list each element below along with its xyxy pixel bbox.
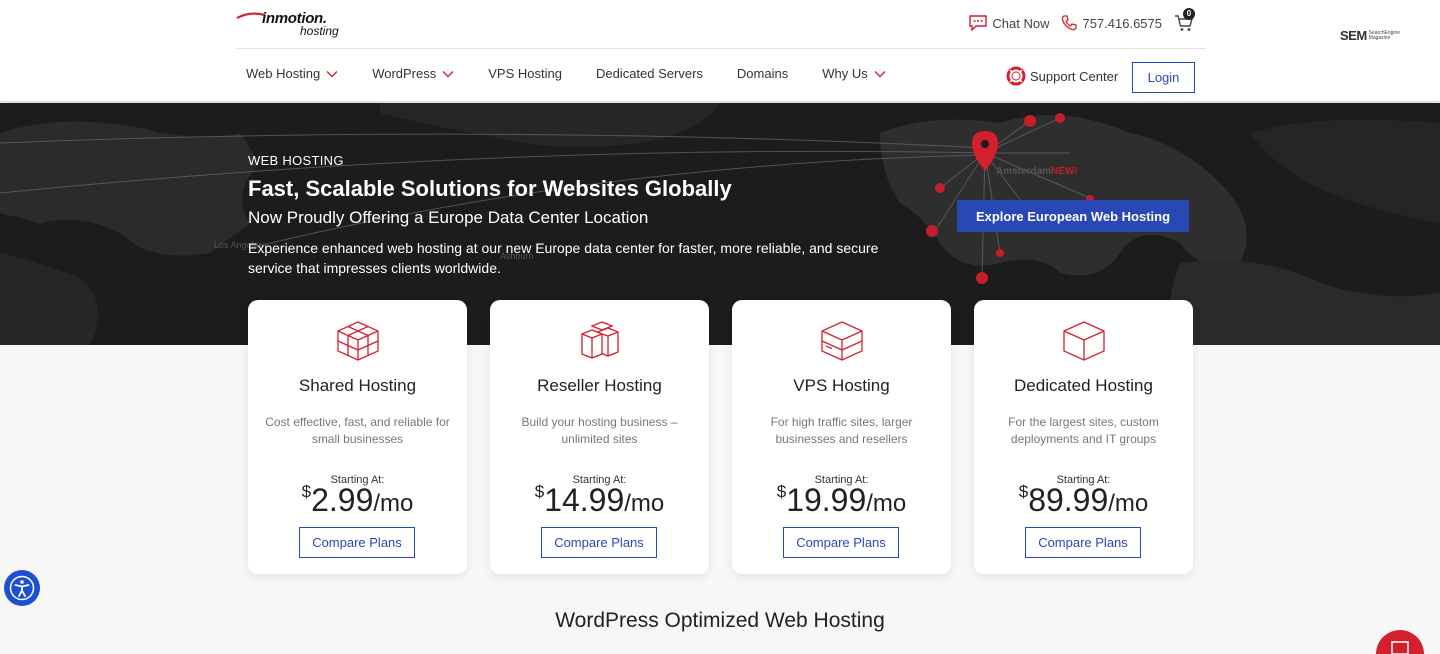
- cart-button[interactable]: 0: [1174, 8, 1195, 32]
- sem-badge: SEM SearchEngine Magazine: [1340, 28, 1403, 43]
- compare-plans-button[interactable]: Compare Plans: [299, 527, 415, 558]
- main-nav: Web Hosting WordPress VPS Hosting Dedica…: [246, 66, 920, 81]
- plan-price: $2.99/mo: [248, 482, 467, 519]
- price-period: /mo: [624, 490, 665, 517]
- new-badge: NEW!: [1051, 166, 1078, 177]
- top-utility-bar: Chat Now 757.416.6575 0: [969, 8, 1195, 32]
- plan-description: Cost effective, fast, and reliable for s…: [265, 415, 450, 446]
- cube-icon: [1063, 321, 1105, 361]
- box-icon: [821, 321, 863, 361]
- lifebuoy-icon: [1006, 66, 1026, 86]
- amsterdam-label: Amsterdam: [996, 166, 1052, 177]
- plan-price: $19.99/mo: [732, 482, 951, 519]
- price-period: /mo: [1108, 490, 1149, 517]
- chevron-down-icon: [874, 70, 886, 77]
- boxes-icon: [581, 321, 619, 359]
- sem-logo-text: SEM: [1340, 28, 1367, 43]
- price-amount: 2.99: [311, 482, 374, 518]
- plan-price: $89.99/mo: [974, 482, 1193, 519]
- price-amount: 19.99: [786, 482, 867, 518]
- phone-icon: [1062, 15, 1078, 31]
- plan-title: Shared Hosting: [298, 376, 417, 395]
- nav-item-label: WordPress: [372, 66, 437, 81]
- support-center-link[interactable]: Support Center: [1006, 66, 1118, 86]
- world-map-graphic: [0, 103, 1440, 345]
- nav-item-wordpress[interactable]: WordPress: [372, 66, 454, 81]
- nav-item-web-hosting[interactable]: Web Hosting: [246, 66, 338, 81]
- wordpress-section-title: WordPress Optimized Web Hosting: [555, 609, 885, 632]
- chevron-down-icon: [442, 70, 454, 77]
- phone-number: 757.416.6575: [1082, 15, 1162, 31]
- hero-banner: Los Angeles Ashburn AmsterdamNEW! WEB HO…: [0, 103, 1440, 345]
- hero-subtitle: Now Proudly Offering a Europe Data Cente…: [248, 208, 649, 227]
- explore-european-hosting-button[interactable]: Explore European Web Hosting: [957, 200, 1189, 232]
- plan-title: Reseller Hosting: [537, 376, 662, 395]
- nav-item-why-us[interactable]: Why Us: [822, 66, 886, 81]
- inmotion-logo[interactable]: inmotion. hosting: [236, 8, 356, 40]
- header-divider: [236, 48, 1206, 49]
- nav-item-label: Web Hosting: [246, 66, 321, 81]
- price-period: /mo: [373, 490, 414, 517]
- price-amount: 14.99: [544, 482, 625, 518]
- support-center-label: Support Center: [1030, 68, 1119, 84]
- chat-now-label: Chat Now: [992, 15, 1050, 31]
- nav-item-label: Dedicated Servers: [595, 66, 703, 81]
- plan-description: For the largest sites, custom deployment…: [1008, 415, 1159, 446]
- compare-plans-button[interactable]: Compare Plans: [783, 527, 899, 558]
- plan-card-reseller: Reseller Hosting Build your hosting busi…: [490, 300, 709, 574]
- logo-sub-text: hosting: [300, 24, 339, 38]
- chat-icon: [969, 15, 988, 31]
- plan-card-dedicated: Dedicated Hosting For the largest sites,…: [974, 300, 1193, 574]
- nav-item-vps-hosting[interactable]: VPS Hosting: [488, 66, 562, 81]
- chat-now-link[interactable]: Chat Now: [969, 15, 1049, 31]
- plan-description: Build your hosting business – unlimited …: [521, 415, 678, 446]
- price-currency: $: [1018, 482, 1029, 501]
- accessibility-icon: [9, 575, 35, 601]
- hero-description: Experience enhanced web hosting at our n…: [248, 240, 879, 276]
- cart-count-badge: 0: [1183, 8, 1195, 20]
- nav-item-label: Why Us: [822, 66, 868, 81]
- plan-card-shared: Shared Hosting Cost effective, fast, and…: [248, 300, 467, 574]
- hero-title: Fast, Scalable Solutions for Websites Gl…: [248, 176, 732, 201]
- plan-card-vps: VPS Hosting For high traffic sites, larg…: [732, 300, 951, 574]
- nav-item-label: VPS Hosting: [488, 66, 562, 81]
- price-currency: $: [776, 482, 787, 501]
- plan-title: Dedicated Hosting: [1014, 376, 1153, 395]
- phone-link[interactable]: 757.416.6575: [1061, 15, 1162, 31]
- compare-plans-button[interactable]: Compare Plans: [541, 527, 657, 558]
- nav-item-dedicated-servers[interactable]: Dedicated Servers: [596, 66, 703, 81]
- map-city-label-amsterdam: AmsterdamNEW!: [996, 166, 1078, 177]
- plan-description: For high traffic sites, larger businesse…: [770, 415, 913, 446]
- price-currency: $: [534, 482, 545, 501]
- nav-item-domains[interactable]: Domains: [737, 66, 788, 81]
- cube-grid-icon: [337, 321, 379, 361]
- nav-item-label: Domains: [736, 66, 789, 81]
- price-period: /mo: [866, 490, 907, 517]
- compare-plans-button[interactable]: Compare Plans: [1025, 527, 1141, 558]
- login-button[interactable]: Login: [1132, 62, 1195, 93]
- accessibility-button[interactable]: [4, 570, 40, 606]
- plan-price: $14.99/mo: [490, 482, 709, 519]
- sem-logo-subtext: SearchEngine Magazine: [1368, 29, 1401, 41]
- chat-launcher-icon: [1391, 641, 1409, 654]
- hero-eyebrow: WEB HOSTING: [248, 153, 344, 168]
- price-currency: $: [301, 482, 312, 501]
- plan-title: VPS Hosting: [793, 376, 890, 395]
- site-header: inmotion. hosting Chat Now 757.416.6575 …: [0, 0, 1440, 102]
- price-amount: 89.99: [1028, 482, 1109, 518]
- live-chat-launcher[interactable]: [1376, 630, 1424, 654]
- chevron-down-icon: [326, 70, 338, 77]
